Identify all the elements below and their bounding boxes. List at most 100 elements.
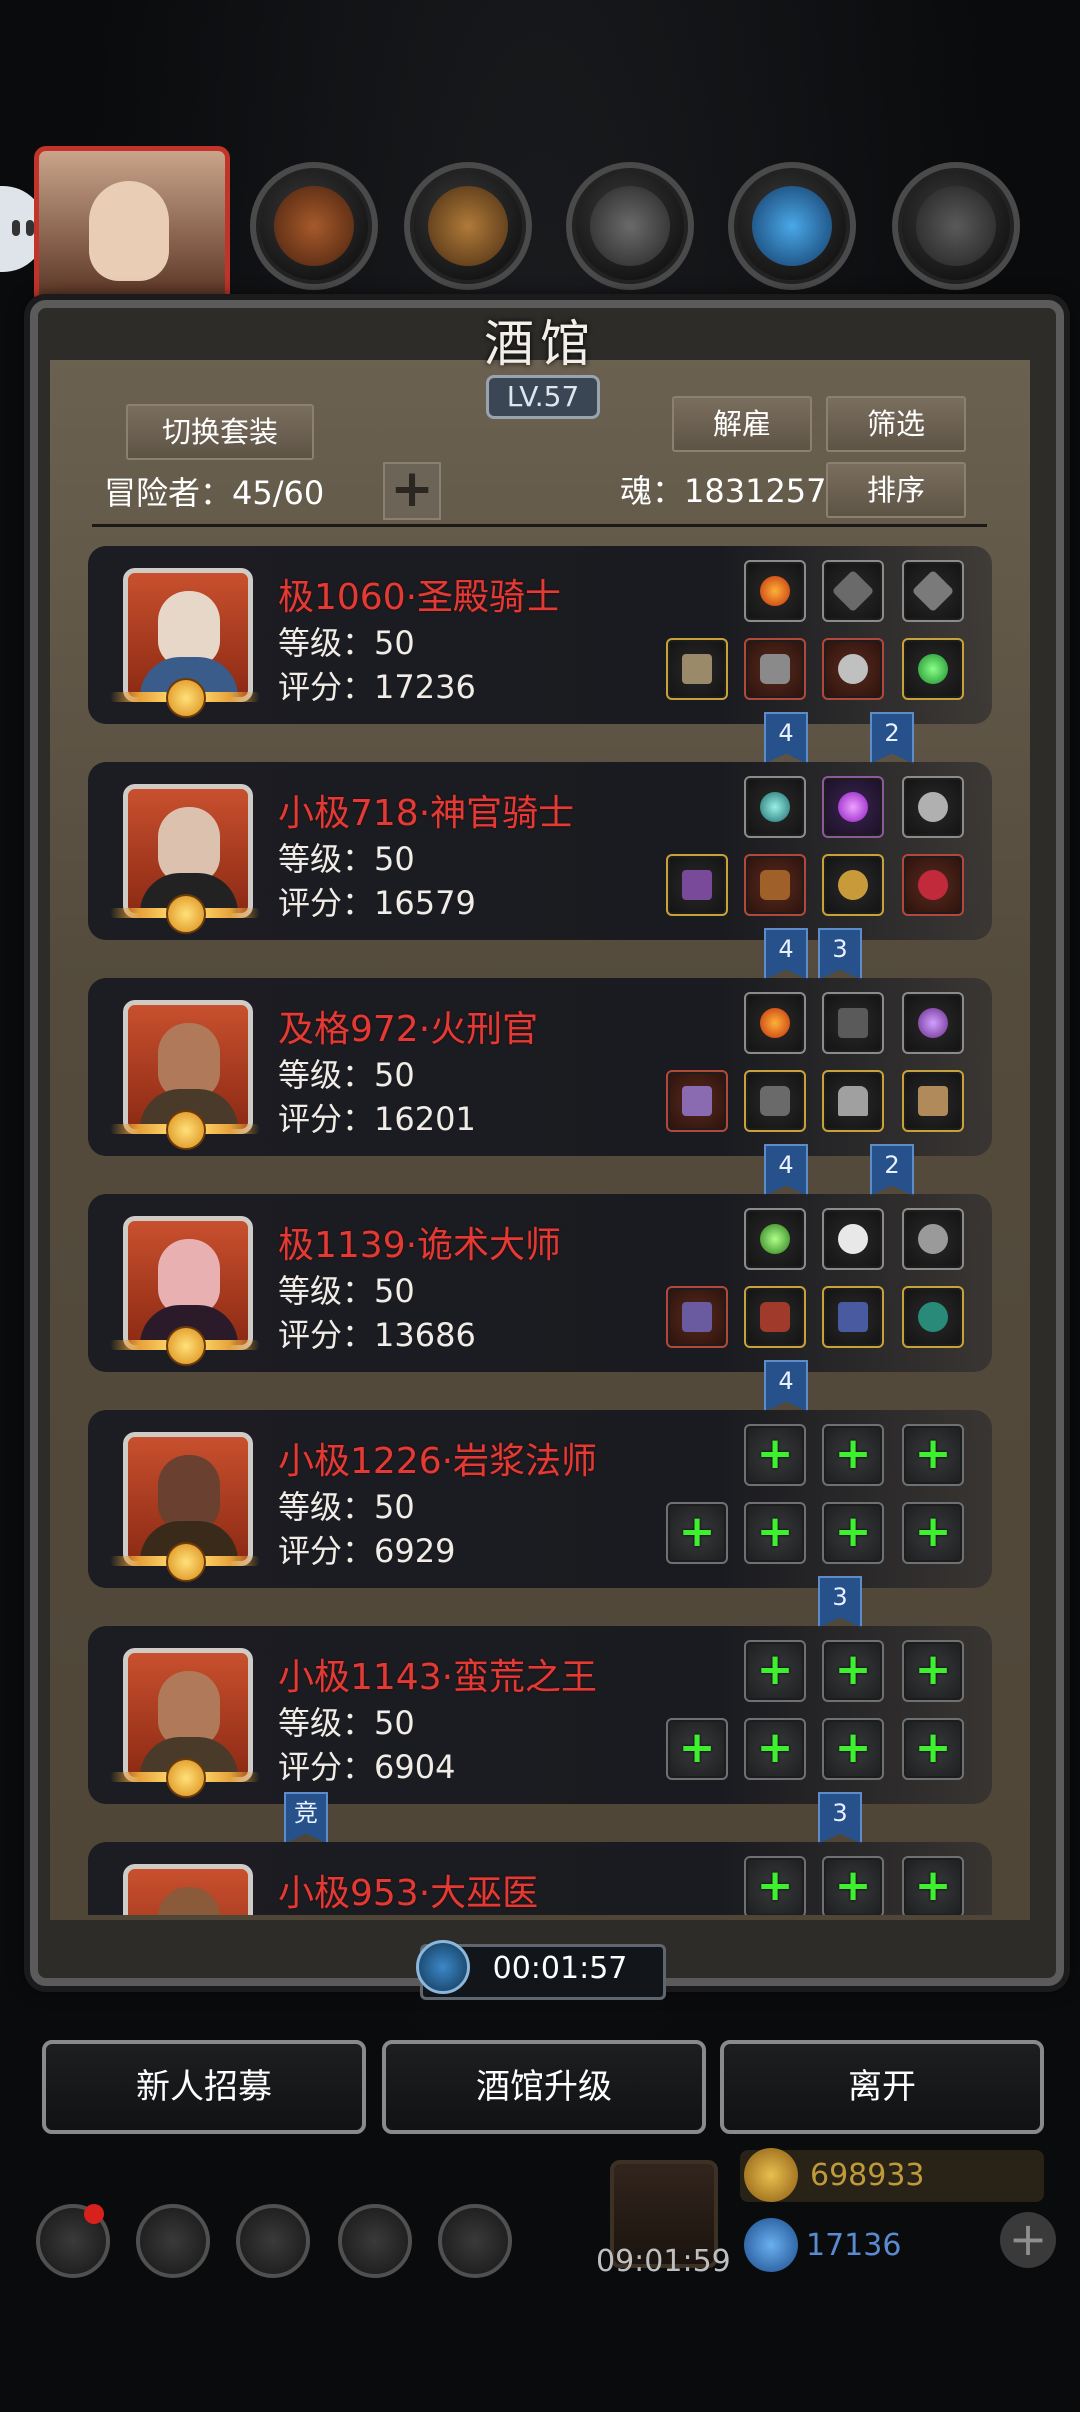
codex-icon[interactable]	[236, 2204, 310, 2278]
hero-score: 评分：16579	[278, 884, 476, 922]
empty-slot-plus-icon[interactable]: +	[902, 1640, 964, 1702]
purple-crystal-icon[interactable]	[822, 776, 884, 838]
hero-level: 等级：50	[278, 1488, 415, 1526]
gift-timer: 09:01:59	[596, 2244, 731, 2279]
divider	[92, 524, 987, 527]
empty-slot-plus-icon[interactable]: +	[744, 1856, 806, 1915]
iron-resource-icon[interactable]	[566, 162, 694, 290]
arena-flag: 竞	[284, 1792, 328, 1844]
empty-slot-plus-icon[interactable]: +	[666, 1718, 728, 1780]
axe-icon[interactable]	[666, 1070, 728, 1132]
hero-portrait	[123, 1864, 253, 1915]
soul-count: 魂：1831257	[620, 472, 827, 510]
helmet-icon[interactable]	[822, 1070, 884, 1132]
chestplate-icon[interactable]	[744, 1070, 806, 1132]
empty-slot-plus-icon[interactable]: +	[902, 1856, 964, 1915]
gold-amount: 698933	[810, 2158, 925, 2193]
armor-icon[interactable]	[744, 638, 806, 700]
warhammer-icon[interactable]	[666, 638, 728, 700]
empty-slot-plus-icon[interactable]: +	[744, 1424, 806, 1486]
level-flag: 3	[818, 928, 862, 980]
hero-name: 小极718·神官骑士	[278, 793, 575, 834]
crystal-resource-icon[interactable]	[728, 162, 856, 290]
stone-resource-icon[interactable]	[892, 162, 1020, 290]
fire-rune-icon[interactable]	[744, 560, 806, 622]
refresh-timer: 00:01:57	[492, 1951, 628, 1986]
dagger-icon[interactable]	[666, 1286, 728, 1348]
hero-level: 等级：50	[278, 840, 415, 878]
sort-button[interactable]: 排序	[826, 462, 966, 518]
dismiss-button[interactable]: 解雇	[672, 396, 812, 452]
wing-icon[interactable]	[822, 1208, 884, 1270]
crossbow-icon[interactable]	[822, 560, 884, 622]
spear-icon[interactable]	[822, 1286, 884, 1348]
rank-medal-icon	[110, 1108, 260, 1152]
empty-slot-plus-icon[interactable]: +	[666, 1502, 728, 1564]
switch-outfit-button[interactable]: 切换套装	[126, 404, 314, 460]
leather-armor-icon[interactable]	[744, 1286, 806, 1348]
diamond-amount: 17136	[806, 2228, 902, 2263]
recruit-button[interactable]: 新人招募	[42, 2040, 366, 2134]
green-totem-icon[interactable]	[744, 1208, 806, 1270]
hero-name: 极1139·诡术大师	[278, 1225, 562, 1266]
diamond-icon	[744, 2218, 798, 2272]
crossbow-icon[interactable]	[902, 560, 964, 622]
empty-slot-plus-icon[interactable]: +	[902, 1424, 964, 1486]
level-flag: 4	[764, 712, 808, 764]
amulet-icon[interactable]	[822, 638, 884, 700]
wood-resource-icon[interactable]	[404, 162, 532, 290]
level-flag: 3	[818, 1576, 862, 1628]
notification-dot	[84, 2204, 104, 2224]
hero-score: 评分：17236	[278, 668, 476, 706]
achievement-icon[interactable]	[136, 2204, 210, 2278]
empty-slot-plus-icon[interactable]: +	[902, 1502, 964, 1564]
hero-list[interactable]: 极1060·圣殿骑士 等级：50 评分：17236 4 2 小极718·神官骑士…	[80, 540, 1000, 1915]
empty-slot-plus-icon[interactable]: +	[822, 1718, 884, 1780]
green-gem-icon[interactable]	[902, 638, 964, 700]
level-flag: 3	[818, 1792, 862, 1844]
empty-slot-plus-icon[interactable]: +	[822, 1856, 884, 1915]
bow-icon[interactable]	[902, 1070, 964, 1132]
food-resource-icon[interactable]	[250, 162, 378, 290]
level-flag: 2	[870, 712, 914, 764]
level-flag: 4	[764, 928, 808, 980]
player-avatar[interactable]	[34, 146, 230, 306]
rank-medal-icon	[110, 1540, 260, 1584]
empty-slot-plus-icon[interactable]: +	[744, 1502, 806, 1564]
empty-slot-plus-icon[interactable]: +	[744, 1640, 806, 1702]
tavern-title-plate: 酒馆	[440, 296, 640, 386]
build-icon[interactable]	[438, 2204, 512, 2278]
mail-icon[interactable]	[338, 2204, 412, 2278]
potion-icon[interactable]	[902, 776, 964, 838]
hero-name: 小极1226·岩浆法师	[278, 1441, 598, 1482]
filter-button[interactable]: 筛选	[826, 396, 966, 452]
empty-slot-plus-icon[interactable]: +	[822, 1640, 884, 1702]
expand-capacity-button[interactable]: +	[383, 462, 441, 520]
red-potion-icon[interactable]	[902, 854, 964, 916]
level-flag: 4	[764, 1144, 808, 1196]
empty-slot-plus-icon[interactable]: +	[822, 1502, 884, 1564]
hero-level: 等级：50	[278, 1704, 415, 1742]
hero-level: 等级：50	[278, 1272, 415, 1310]
fire-rune-icon[interactable]	[744, 992, 806, 1054]
hero-name: 小极1143·蛮荒之王	[278, 1657, 598, 1698]
adventurer-count: 冒险者：45/60	[104, 474, 325, 512]
add-currency-button[interactable]: +	[1000, 2212, 1056, 2268]
leave-button[interactable]: 离开	[720, 2040, 1044, 2134]
teal-rune-icon[interactable]	[744, 776, 806, 838]
staff-icon[interactable]	[666, 854, 728, 916]
mask-icon[interactable]	[902, 1208, 964, 1270]
upgrade-tavern-button[interactable]: 酒馆升级	[382, 2040, 706, 2134]
robe-icon[interactable]	[744, 854, 806, 916]
rank-medal-icon	[110, 892, 260, 936]
lantern-icon[interactable]	[902, 992, 964, 1054]
ring-icon[interactable]	[822, 854, 884, 916]
tavern-title: 酒馆	[484, 315, 596, 373]
empty-slot-plus-icon[interactable]: +	[902, 1718, 964, 1780]
hero-score: 评分：13686	[278, 1316, 476, 1354]
empty-slot-plus-icon[interactable]: +	[744, 1718, 806, 1780]
level-flag: 2	[870, 1144, 914, 1196]
feather-icon[interactable]	[822, 992, 884, 1054]
jade-icon[interactable]	[902, 1286, 964, 1348]
empty-slot-plus-icon[interactable]: +	[822, 1424, 884, 1486]
